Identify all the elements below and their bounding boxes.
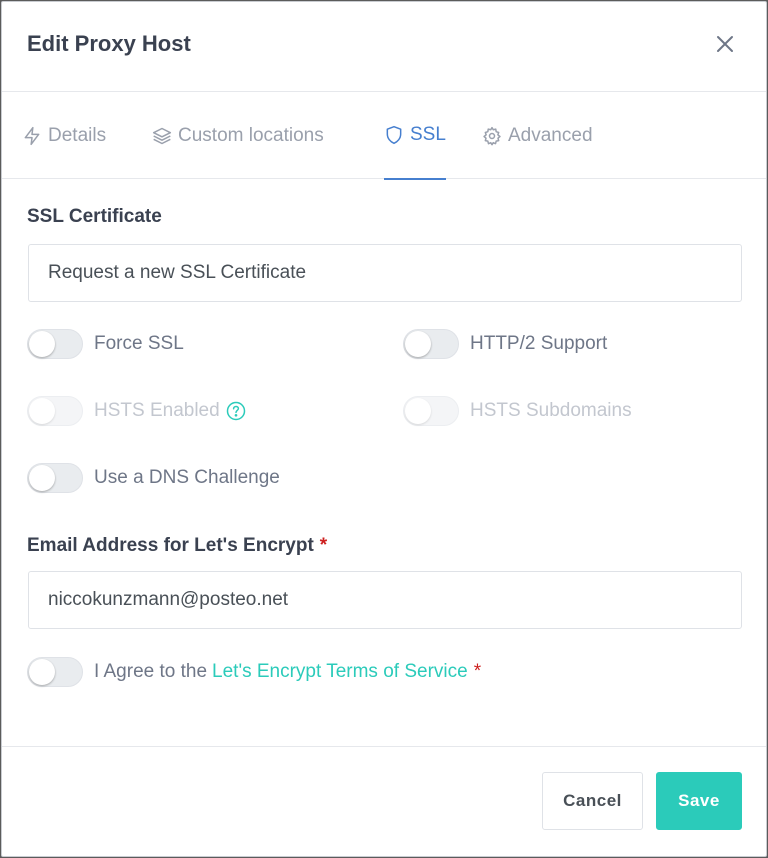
cancel-button[interactable]: Cancel: [542, 772, 643, 830]
http2-toggle-row[interactable]: HTTP/2 Support: [403, 328, 607, 360]
http2-label: HTTP/2 Support: [470, 333, 608, 354]
dns-challenge-label: Use a DNS Challenge: [94, 467, 280, 488]
dns-challenge-switch[interactable]: [27, 463, 83, 493]
tab-ssl[interactable]: SSL: [384, 92, 446, 180]
tab-advanced-label: Advanced: [508, 124, 593, 146]
hsts-subdomains-switch: [403, 396, 459, 426]
required-mark: *: [319, 535, 328, 556]
tab-bar: Details Custom locations SSL Advanced: [2, 92, 766, 180]
modal-footer: Cancel Save: [2, 747, 766, 857]
agree-tos-prefix: I Agree to the: [94, 661, 208, 682]
tab-ssl-label: SSL: [410, 124, 446, 145]
tab-custom-locations[interactable]: Custom locations: [152, 92, 324, 179]
force-ssl-toggle-row[interactable]: Force SSL: [27, 328, 184, 360]
hsts-label: HSTS Enabled: [94, 400, 220, 421]
email-label-row: Email Address for Let's Encrypt *: [27, 535, 327, 557]
tab-custom-locations-label: Custom locations: [178, 124, 324, 146]
edit-proxy-host-dialog: Edit Proxy Host Details Custom locations…: [1, 1, 767, 857]
ssl-certificate-select[interactable]: Request a new SSL Certificate: [28, 244, 742, 302]
bolt-icon: [24, 126, 40, 145]
email-label: Email Address for Let's Encrypt: [27, 535, 314, 556]
force-ssl-label: Force SSL: [94, 333, 184, 354]
layers-icon: [152, 127, 172, 144]
ssl-certificate-label: SSL Certificate: [27, 206, 162, 227]
http2-switch[interactable]: [403, 329, 459, 359]
tab-advanced[interactable]: Advanced: [482, 92, 593, 179]
modal-title: Edit Proxy Host: [27, 31, 191, 56]
tab-details[interactable]: Details: [22, 92, 106, 179]
help-circle-icon[interactable]: [226, 401, 246, 421]
close-icon[interactable]: [714, 33, 736, 55]
tos-link[interactable]: Let's Encrypt Terms of Service: [212, 661, 468, 683]
email-input[interactable]: niccokunzmann@posteo.net: [28, 571, 742, 629]
ssl-tab-panel: SSL Certificate Request a new SSL Certif…: [2, 179, 766, 747]
shield-icon: [386, 125, 402, 145]
modal-header: Edit Proxy Host: [2, 2, 766, 92]
agree-tos-switch[interactable]: [27, 657, 83, 687]
hsts-subdomains-toggle-row: HSTS Subdomains: [403, 395, 632, 427]
hsts-subdomains-label: HSTS Subdomains: [470, 400, 632, 421]
hsts-switch: [27, 396, 83, 426]
save-button[interactable]: Save: [656, 772, 742, 830]
agree-required-mark: *: [473, 661, 482, 682]
tab-details-label: Details: [48, 124, 107, 146]
gear-icon: [483, 126, 501, 145]
dns-challenge-toggle-row[interactable]: Use a DNS Challenge: [27, 462, 280, 494]
hsts-toggle-row: HSTS Enabled: [27, 395, 246, 427]
force-ssl-switch[interactable]: [27, 329, 83, 359]
agree-tos-toggle-row[interactable]: I Agree to the Let's Encrypt Terms of Se…: [27, 656, 481, 688]
